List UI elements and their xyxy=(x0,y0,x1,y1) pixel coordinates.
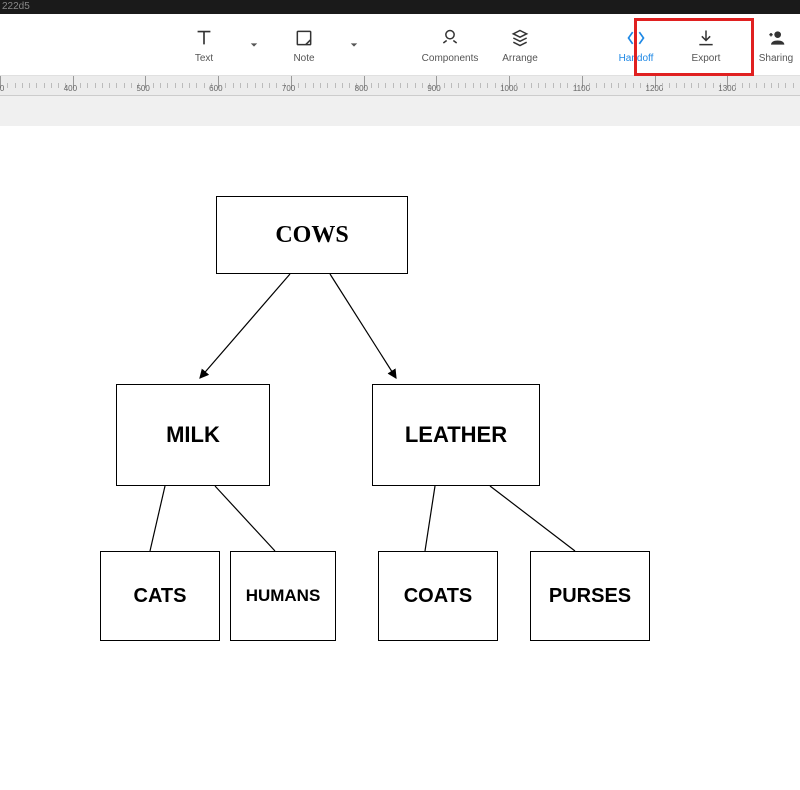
toolbar: Text Note Components Arrange Handoff xyxy=(0,14,800,76)
sharing-button[interactable]: Sharing xyxy=(752,26,800,64)
text-tool-button[interactable]: Text xyxy=(180,26,228,64)
components-button[interactable]: Components xyxy=(426,26,474,64)
handoff-button[interactable]: Handoff xyxy=(612,26,660,64)
note-tool-label: Note xyxy=(293,53,314,64)
handoff-label: Handoff xyxy=(619,53,654,64)
diagram-node-humans[interactable]: HUMANS xyxy=(230,551,336,641)
export-label: Export xyxy=(692,53,721,64)
window-titlebar: 222d5 xyxy=(0,0,800,14)
diagram-node-cows[interactable]: COWS xyxy=(216,196,408,274)
handoff-icon xyxy=(624,26,648,50)
diagram-node-milk[interactable]: MILK xyxy=(116,384,270,486)
horizontal-ruler: 3004005006007008009001000110012001300 xyxy=(0,76,800,96)
diagram-node-leather[interactable]: LEATHER xyxy=(372,384,540,486)
arrange-label: Arrange xyxy=(502,53,538,64)
export-button[interactable]: Export xyxy=(682,26,730,64)
diagram-node-purses[interactable]: PURSES xyxy=(530,551,650,641)
arrange-icon xyxy=(508,26,532,50)
note-tool-dropdown[interactable] xyxy=(350,41,358,49)
text-icon xyxy=(192,26,216,50)
text-tool-dropdown[interactable] xyxy=(250,41,258,49)
export-icon xyxy=(694,26,718,50)
canvas[interactable]: COWS MILK LEATHER CATS HUMANS COATS PURS… xyxy=(0,126,800,790)
text-tool-label: Text xyxy=(195,53,213,64)
components-icon xyxy=(438,26,462,50)
diagram-node-cats[interactable]: CATS xyxy=(100,551,220,641)
canvas-area[interactable]: COWS MILK LEATHER CATS HUMANS COATS PURS… xyxy=(0,96,800,790)
diagram-node-coats[interactable]: COATS xyxy=(378,551,498,641)
sharing-label: Sharing xyxy=(759,53,793,64)
note-icon xyxy=(292,26,316,50)
arrange-button[interactable]: Arrange xyxy=(496,26,544,64)
note-tool-button[interactable]: Note xyxy=(280,26,328,64)
sharing-icon xyxy=(764,26,788,50)
components-label: Components xyxy=(422,53,479,64)
title-text: 222d5 xyxy=(2,1,30,12)
